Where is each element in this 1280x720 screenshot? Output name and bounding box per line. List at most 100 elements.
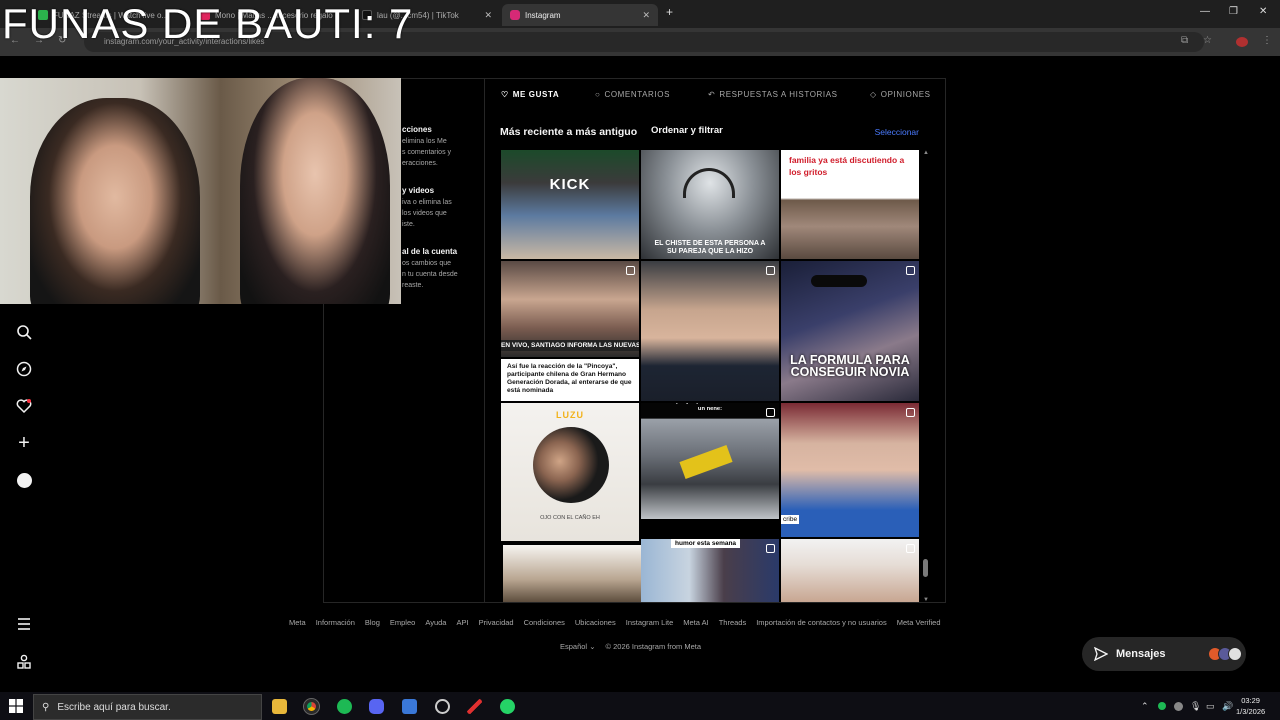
liked-post-thumbnail[interactable]: humor esta semana bbox=[641, 539, 779, 602]
messages-label: Mensajes bbox=[1116, 648, 1166, 660]
profile-avatar-icon[interactable] bbox=[1236, 37, 1248, 47]
browser-tab-instagram[interactable]: Instagram ✕ bbox=[502, 4, 658, 26]
tray-app-icon[interactable] bbox=[1174, 702, 1183, 711]
tab-reviews[interactable]: ◇ OPINIONES bbox=[870, 90, 931, 99]
reels-icon bbox=[906, 408, 915, 417]
instagram-footer-links: Meta Información Blog Empleo Ayuda API P… bbox=[289, 618, 941, 627]
instagram-favicon-icon bbox=[510, 10, 520, 20]
settings-group-title: y videos bbox=[402, 186, 435, 195]
discord-icon[interactable] bbox=[369, 699, 384, 714]
footer-link[interactable]: Importación de contactos y no usuarios bbox=[756, 618, 887, 627]
send-icon bbox=[1094, 647, 1108, 661]
profile-avatar[interactable] bbox=[16, 473, 32, 489]
spotify-icon[interactable] bbox=[337, 699, 352, 714]
settings-group-interactions[interactable]: cciones elimina los Me s comentarios y e… bbox=[402, 125, 482, 169]
liked-post-thumbnail[interactable] bbox=[641, 261, 779, 401]
liked-post-thumbnail[interactable]: LA FORMULA PARA CONSEGUIR NOVIA bbox=[781, 261, 919, 401]
post-caption: cribe bbox=[781, 515, 800, 524]
grid-scrollbar[interactable]: ▲ ▼ bbox=[922, 150, 930, 602]
footer-link[interactable]: Meta Verified bbox=[897, 618, 941, 627]
clock-time: 03:29 bbox=[1241, 696, 1260, 705]
obs-icon[interactable] bbox=[435, 699, 450, 714]
liked-post-thumbnail[interactable]: cribe bbox=[781, 403, 919, 537]
footer-link[interactable]: Instagram Lite bbox=[626, 618, 674, 627]
minimize-button[interactable]: — bbox=[1200, 6, 1210, 17]
footer-link[interactable]: Blog bbox=[365, 618, 380, 627]
messages-button[interactable]: Mensajes bbox=[1082, 637, 1246, 671]
language-selector[interactable]: Español ⌄ bbox=[560, 642, 596, 651]
install-app-icon[interactable]: ⧉ bbox=[1181, 35, 1188, 46]
sort-filter-button[interactable]: Ordenar y filtrar bbox=[651, 125, 723, 136]
liked-post-thumbnail[interactable]: familia ya está discutiendo a los gritos bbox=[781, 150, 919, 259]
footer-link[interactable]: Información bbox=[316, 618, 355, 627]
settings-group-desc: os cambios que n tu cuenta desde reaste. bbox=[402, 260, 458, 289]
tray-chevron-up-icon[interactable]: ⌃ bbox=[1141, 701, 1149, 712]
search-icon: ⚲ bbox=[42, 701, 50, 713]
settings-group-photos-videos[interactable]: y videos iva o elimina las los videos qu… bbox=[402, 186, 482, 230]
footer-link[interactable]: Threads bbox=[719, 618, 747, 627]
liked-post-thumbnail[interactable]: EL CHISTE DE ESTA PERSONA A SU PAREJA QU… bbox=[641, 150, 779, 259]
network-icon[interactable]: ▭ bbox=[1206, 701, 1215, 712]
create-plus-icon[interactable]: + bbox=[16, 433, 32, 453]
liked-post-thumbnail[interactable]: EN VIVO, SANTIAGO INFORMA LAS NUEVAS NO bbox=[501, 261, 639, 357]
taskbar-clock[interactable]: 03:29 1/3/2026 bbox=[1236, 695, 1265, 717]
close-tab-icon[interactable]: ✕ bbox=[642, 10, 650, 21]
tab-story-replies[interactable]: ↶ RESPUESTAS A HISTORIAS bbox=[708, 90, 838, 99]
more-menu-icon[interactable] bbox=[16, 616, 32, 632]
microphone-icon[interactable]: 🎙 bbox=[1190, 701, 1201, 712]
footer-link[interactable]: API bbox=[456, 618, 468, 627]
chevron-down-icon: ⌄ bbox=[589, 642, 596, 651]
footer-link[interactable]: Ayuda bbox=[425, 618, 446, 627]
also-from-meta-icon[interactable] bbox=[16, 654, 32, 670]
file-explorer-icon[interactable] bbox=[272, 699, 287, 714]
language-label: Español bbox=[560, 642, 588, 651]
post-caption: LA FORMULA PARA CONSEGUIR NOVIA bbox=[790, 353, 910, 379]
new-tab-button[interactable]: + bbox=[666, 5, 673, 19]
liked-post-thumbnail[interactable]: LUZU OJO CON EL CAÑO EH bbox=[501, 403, 639, 541]
settings-group-account-history[interactable]: al de la cuenta os cambios que n tu cuen… bbox=[402, 247, 482, 291]
store-icon[interactable] bbox=[402, 699, 417, 714]
settings-group-title: cciones bbox=[402, 125, 432, 134]
footer-link[interactable]: Condiciones bbox=[524, 618, 565, 627]
post-caption: OJO CON EL CAÑO EH bbox=[540, 515, 600, 521]
liked-post-thumbnail[interactable] bbox=[503, 545, 641, 602]
notifications-heart-icon[interactable] bbox=[16, 398, 32, 414]
grid-scrollbar-thumb[interactable] bbox=[923, 559, 928, 577]
liked-post-thumbnail[interactable]: Así fue la reacción de la "Pincoya", par… bbox=[501, 359, 639, 401]
search-icon[interactable] bbox=[16, 324, 32, 340]
message-avatar bbox=[1227, 647, 1242, 661]
volume-icon[interactable]: 🔊 bbox=[1222, 701, 1233, 712]
taskbar-search-input[interactable]: ⚲ Escribe aquí para buscar. bbox=[33, 694, 262, 720]
capture-app-icon[interactable] bbox=[467, 699, 482, 714]
chrome-icon[interactable] bbox=[303, 698, 320, 715]
tab-likes[interactable]: ♡ ME GUSTA bbox=[501, 90, 559, 99]
tab-comments[interactable]: ○ COMENTARIOS bbox=[595, 90, 670, 99]
reels-icon bbox=[626, 266, 635, 275]
tab-label: ME GUSTA bbox=[512, 90, 560, 99]
chrome-menu-icon[interactable]: ⋮ bbox=[1262, 35, 1272, 46]
footer-link[interactable]: Meta bbox=[289, 618, 306, 627]
heart-icon: ♡ bbox=[501, 90, 509, 99]
footer-link[interactable]: Empleo bbox=[390, 618, 415, 627]
close-window-button[interactable]: ✕ bbox=[1259, 6, 1267, 17]
windows-start-icon[interactable] bbox=[9, 699, 23, 718]
settings-group-desc: iva o elimina las los videos que iste. bbox=[402, 199, 452, 228]
footer-link[interactable]: Meta AI bbox=[683, 618, 708, 627]
reply-icon: ↶ bbox=[708, 90, 716, 99]
tray-app-icon[interactable] bbox=[1158, 702, 1166, 710]
liked-post-thumbnail[interactable]: Lo que yo quería ser cuando era un nene: bbox=[641, 403, 779, 519]
liked-post-thumbnail[interactable]: KICK bbox=[501, 150, 639, 259]
explore-compass-icon[interactable] bbox=[16, 361, 32, 377]
footer-link[interactable]: Ubicaciones bbox=[575, 618, 616, 627]
close-tab-icon[interactable]: ✕ bbox=[484, 10, 492, 21]
footer-link[interactable]: Privacidad bbox=[479, 618, 514, 627]
liked-post-thumbnail[interactable] bbox=[781, 539, 919, 602]
webcam-overlay bbox=[0, 78, 401, 304]
select-button[interactable]: Seleccionar bbox=[875, 127, 919, 137]
post-caption: EL CHISTE DE ESTA PERSONA A SU PAREJA QU… bbox=[654, 240, 766, 255]
whatsapp-icon[interactable] bbox=[500, 699, 515, 714]
restore-button[interactable]: ❐ bbox=[1229, 6, 1238, 17]
reels-icon bbox=[766, 544, 775, 553]
bookmark-star-icon[interactable]: ☆ bbox=[1203, 35, 1212, 46]
post-caption: KICK bbox=[549, 176, 591, 193]
